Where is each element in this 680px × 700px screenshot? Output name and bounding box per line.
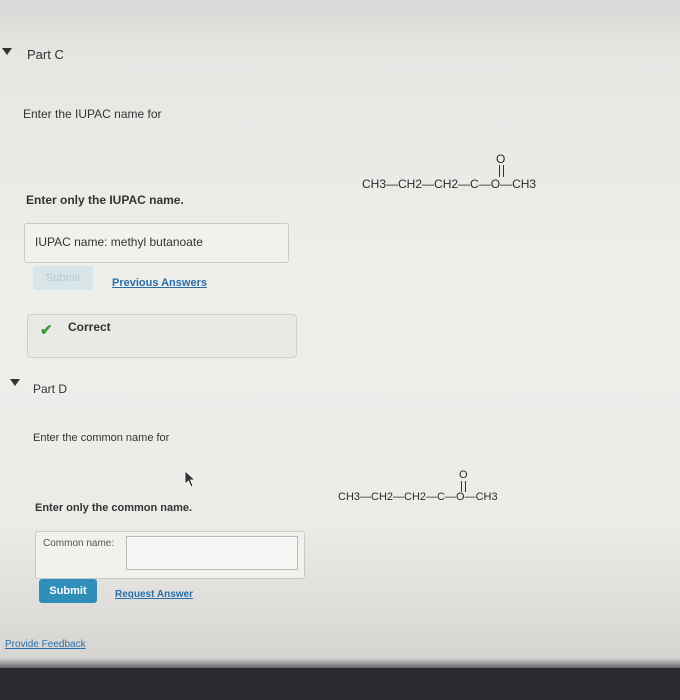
formula-oxygen: O: [490, 177, 501, 191]
iupac-answer-text: IUPAC name: methyl butanoate: [35, 235, 203, 249]
formula-ch2-group: CH2: [371, 491, 394, 503]
formula-ch3-group: CH3: [338, 491, 361, 503]
part-d-prompt: Enter the common name for: [33, 432, 170, 444]
formula-chain: CH3—CH2—CH2—C—O—CH3: [338, 491, 498, 503]
part-d-instruction: Enter only the common name.: [35, 502, 193, 514]
screen-bezel: [0, 668, 680, 700]
bond: —: [458, 177, 471, 191]
correct-feedback-box: ✔ Correct: [27, 314, 297, 358]
part-c-instruction: Enter only the IUPAC name.: [26, 193, 184, 207]
bond: —: [426, 491, 438, 503]
part-d-formula: O CH3—CH2—CH2—C—O—CH3: [338, 467, 563, 517]
formula-ch2-group: CH2: [404, 491, 427, 503]
common-name-box: Common name:: [35, 531, 305, 579]
previous-answers-link[interactable]: Previous Answers: [112, 277, 207, 289]
part-c-submit-button[interactable]: Submit: [33, 266, 93, 290]
bond: —: [386, 177, 399, 191]
bond: —: [464, 491, 476, 503]
bond: —: [478, 177, 491, 191]
formula-oxygen: O: [456, 491, 465, 503]
formula-ch2-group: CH2: [398, 177, 423, 191]
carbonyl-oxygen: O: [459, 469, 468, 481]
provide-feedback-link[interactable]: Provide Feedback: [5, 639, 86, 650]
formula-carbon: C: [437, 491, 445, 503]
part-c-formula: O CH3—CH2—CH2—C—O—CH3: [362, 150, 592, 200]
formula-carbon: C: [470, 177, 479, 191]
part-c-title: Part C: [27, 47, 64, 62]
bond: —: [360, 491, 372, 503]
part-d-submit-button[interactable]: Submit: [39, 579, 97, 603]
bond: —: [500, 177, 513, 191]
common-name-input[interactable]: [126, 536, 298, 570]
carbonyl-double-bond: [499, 165, 504, 177]
carbonyl-oxygen: O: [496, 152, 506, 166]
checkmark-icon: ✔: [40, 322, 53, 339]
bond: —: [393, 491, 405, 503]
common-name-label: Common name:: [43, 538, 115, 549]
part-d-title: Part D: [33, 382, 68, 396]
bond: —: [422, 177, 435, 191]
formula-ch2-group: CH2: [434, 177, 459, 191]
formula-ch3-group: CH3: [475, 491, 498, 503]
formula-ch3-group: CH3: [512, 177, 537, 191]
part-c-prompt: Enter the IUPAC name for: [23, 107, 162, 121]
bond: —: [445, 491, 456, 503]
collapse-arrow-icon[interactable]: [2, 48, 12, 55]
iupac-answer-field[interactable]: IUPAC name: methyl butanoate: [24, 223, 289, 263]
request-answer-link[interactable]: Request Answer: [115, 589, 193, 600]
correct-label: Correct: [68, 320, 111, 334]
formula-chain: CH3—CH2—CH2—C—O—CH3: [362, 177, 536, 191]
collapse-arrow-icon[interactable]: [10, 379, 20, 386]
formula-ch3-group: CH3: [362, 177, 387, 191]
mouse-cursor-icon: [184, 470, 197, 488]
